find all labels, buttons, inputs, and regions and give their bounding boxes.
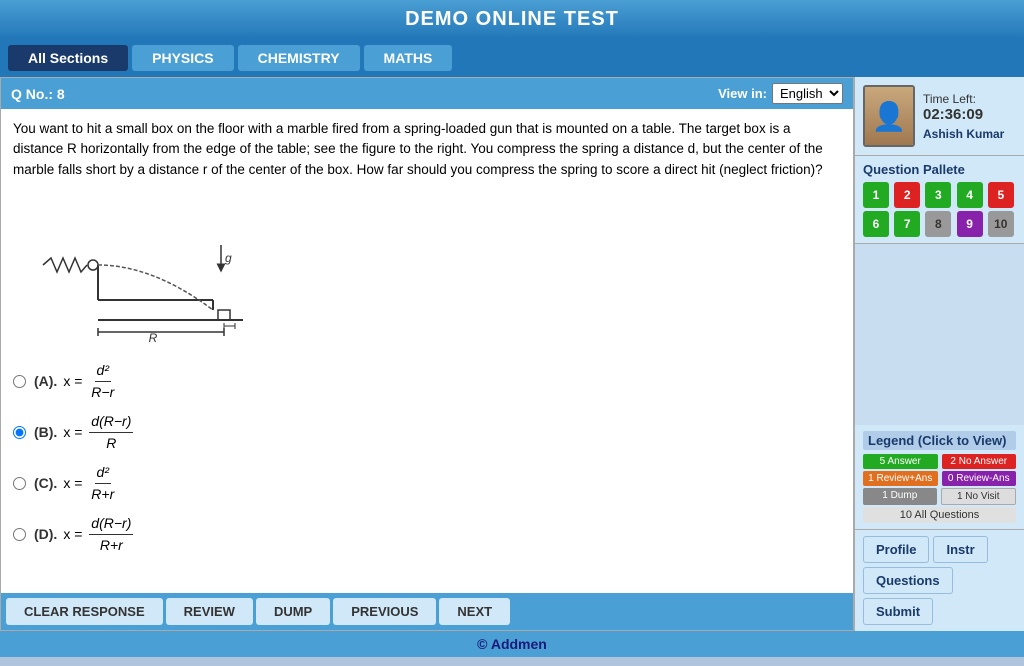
palette-btn-9[interactable]: 9 <box>957 211 983 237</box>
svg-text:R: R <box>149 331 158 345</box>
palette-btn-3[interactable]: 3 <box>925 182 951 208</box>
legend-title[interactable]: Legend (Click to View) <box>863 431 1016 450</box>
sidebar: 👤 Time Left: 02:36:09 Ashish Kumar Quest… <box>854 77 1024 631</box>
physics-diagram: g R <box>33 190 253 350</box>
clear-response-button[interactable]: CLEAR RESPONSE <box>6 598 163 625</box>
page-title: DEMO ONLINE TEST <box>405 8 619 30</box>
footer-text: © Addmen <box>477 636 547 652</box>
palette-title: Question Pallete <box>863 162 1016 177</box>
avatar-image: 👤 <box>865 87 913 145</box>
tab-maths[interactable]: MATHS <box>364 45 453 71</box>
questions-button[interactable]: Questions <box>863 567 953 594</box>
option-c: (C). x = d²R+r <box>13 462 841 505</box>
tab-physics[interactable]: PHYSICS <box>132 45 233 71</box>
palette-spacer <box>855 244 1024 425</box>
legend-section: Legend (Click to View) 5 Answer 2 No Ans… <box>855 425 1024 530</box>
action-buttons: Profile Instr Questions Submit <box>855 530 1024 631</box>
palette-btn-6[interactable]: 6 <box>863 211 889 237</box>
view-in-container: View in: English Hindi <box>718 83 843 104</box>
tab-chemistry[interactable]: CHEMISTRY <box>238 45 360 71</box>
question-body: You want to hit a small box on the floor… <box>1 109 853 593</box>
time-label: Time Left: <box>923 92 976 106</box>
option-c-radio[interactable] <box>13 477 26 490</box>
avatar: 👤 <box>863 85 915 147</box>
legend-no-answer: 2 No Answer <box>942 454 1017 469</box>
option-b-radio[interactable] <box>13 426 26 439</box>
language-select[interactable]: English Hindi <box>772 83 843 104</box>
user-details: Time Left: 02:36:09 Ashish Kumar <box>923 92 1016 141</box>
option-d: (D). x = d(R−r)R+r <box>13 513 841 556</box>
time-row: Time Left: 02:36:09 <box>923 92 1016 123</box>
palette-btn-10[interactable]: 10 <box>988 211 1014 237</box>
question-text: You want to hit a small box on the floor… <box>13 119 841 180</box>
option-a: (A). x = d²R−r <box>13 360 841 403</box>
question-panel: Q No.: 8 View in: English Hindi You want… <box>0 77 854 631</box>
user-name: Ashish Kumar <box>923 127 1016 141</box>
profile-button[interactable]: Profile <box>863 536 929 563</box>
instr-button[interactable]: Instr <box>933 536 987 563</box>
palette-section: Question Pallete 1 2 3 4 5 6 7 8 9 10 <box>855 156 1024 244</box>
diagram: g R <box>33 190 253 350</box>
previous-button[interactable]: PREVIOUS <box>333 598 436 625</box>
legend-answer: 5 Answer <box>863 454 938 469</box>
option-d-radio[interactable] <box>13 528 26 541</box>
tab-all-sections[interactable]: All Sections <box>8 45 128 71</box>
legend-review-ans: 1 Review+Ans <box>863 471 938 486</box>
time-value: 02:36:09 <box>923 106 983 123</box>
legend-review-no-ans: 0 Review-Ans <box>942 471 1017 486</box>
option-b: (B). x = d(R−r)R <box>13 411 841 454</box>
svg-text:g: g <box>225 251 232 265</box>
palette-btn-7[interactable]: 7 <box>894 211 920 237</box>
next-button[interactable]: NEXT <box>439 598 510 625</box>
page-header: DEMO ONLINE TEST <box>0 0 1024 39</box>
user-info: 👤 Time Left: 02:36:09 Ashish Kumar <box>855 77 1024 156</box>
legend-dump: 1 Dump <box>863 488 937 505</box>
palette-btn-1[interactable]: 1 <box>863 182 889 208</box>
bottom-bar: CLEAR RESPONSE REVIEW DUMP PREVIOUS NEXT <box>1 593 853 630</box>
main-area: Q No.: 8 View in: English Hindi You want… <box>0 77 1024 631</box>
question-header: Q No.: 8 View in: English Hindi <box>1 78 853 109</box>
palette-btn-2[interactable]: 2 <box>894 182 920 208</box>
view-in-label: View in: <box>718 86 767 101</box>
palette-grid: 1 2 3 4 5 6 7 8 9 10 <box>863 182 1016 237</box>
legend-row-1: 5 Answer 2 No Answer <box>863 454 1016 469</box>
palette-btn-4[interactable]: 4 <box>957 182 983 208</box>
question-number: Q No.: 8 <box>11 86 65 102</box>
options-list: (A). x = d²R−r (B). x = d(R−r)R (C). <box>13 360 841 556</box>
review-button[interactable]: REVIEW <box>166 598 253 625</box>
legend-all: 10 All Questions <box>863 507 1016 523</box>
footer: © Addmen <box>0 631 1024 657</box>
dump-button[interactable]: DUMP <box>256 598 330 625</box>
palette-btn-5[interactable]: 5 <box>988 182 1014 208</box>
option-a-radio[interactable] <box>13 375 26 388</box>
submit-button[interactable]: Submit <box>863 598 933 625</box>
palette-btn-8[interactable]: 8 <box>925 211 951 237</box>
legend-row-3: 1 Dump 1 No Visit <box>863 488 1016 505</box>
legend-no-visit: 1 No Visit <box>941 488 1017 505</box>
legend-row-2: 1 Review+Ans 0 Review-Ans <box>863 471 1016 486</box>
nav-tabs: All Sections PHYSICS CHEMISTRY MATHS <box>0 39 1024 77</box>
